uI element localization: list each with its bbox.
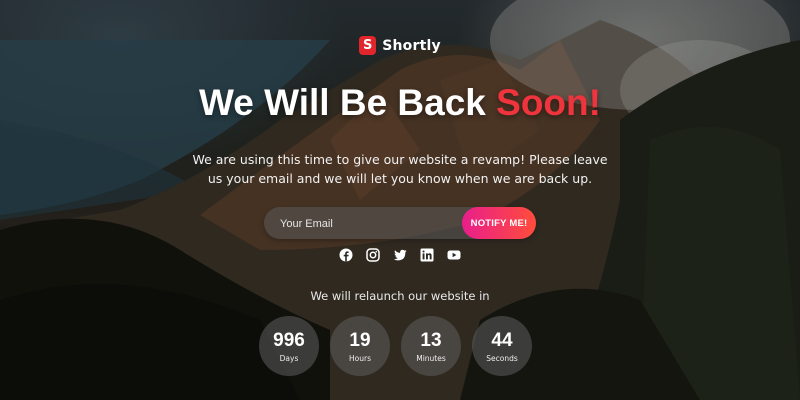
twitter-icon[interactable]: [393, 248, 407, 262]
countdown-seconds: 44 Seconds: [472, 316, 532, 376]
signup-form: NOTIFY ME!: [264, 207, 536, 241]
brand-name: Shortly: [382, 37, 441, 54]
page-title: We Will Be Back Soon!: [0, 82, 800, 124]
countdown-timer: 996 Days 19 Hours 13 Minutes 44 Seconds: [259, 316, 532, 376]
relaunch-text: We will relaunch our website in: [310, 289, 490, 303]
description-text: We are using this time to give our websi…: [192, 152, 608, 186]
email-input[interactable]: [278, 207, 452, 241]
linkedin-icon[interactable]: [420, 248, 434, 262]
social-links: [0, 248, 800, 262]
title-main: We Will Be Back: [199, 82, 486, 123]
seconds-value: 44: [491, 329, 513, 351]
countdown-days: 996 Days: [259, 316, 319, 376]
notify-me-button[interactable]: NOTIFY ME!: [462, 207, 536, 239]
logo-mark-icon: S: [359, 36, 377, 55]
countdown-minutes: 13 Minutes: [401, 316, 461, 376]
instagram-icon[interactable]: [366, 248, 380, 262]
brand-logo[interactable]: S Shortly: [0, 36, 800, 55]
countdown-hours: 19 Hours: [330, 316, 390, 376]
days-value: 996: [273, 329, 305, 351]
minutes-label: Minutes: [416, 353, 446, 363]
days-label: Days: [279, 353, 299, 363]
title-accent: Soon!: [496, 82, 601, 123]
hours-value: 19: [349, 329, 371, 351]
hours-label: Hours: [349, 353, 371, 363]
minutes-value: 13: [420, 329, 442, 351]
seconds-label: Seconds: [486, 353, 518, 363]
youtube-icon[interactable]: [447, 248, 461, 262]
facebook-icon[interactable]: [339, 248, 353, 262]
